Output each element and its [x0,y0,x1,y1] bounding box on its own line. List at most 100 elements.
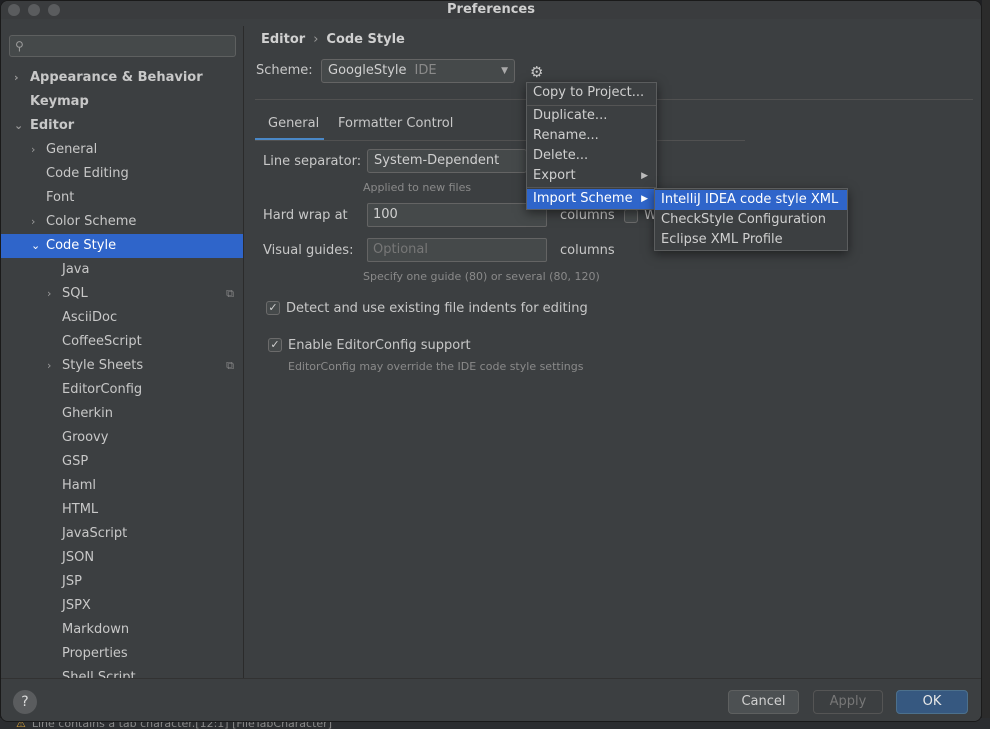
line-separator-value: System-Dependent [374,153,500,168]
tree-item-sql[interactable]: › SQL ⧉ [1,282,243,306]
minimize-window-button[interactable] [28,4,40,16]
apply-button[interactable]: Apply [813,690,883,714]
ok-button[interactable]: OK [896,690,968,714]
tree-item-label: GSP [62,454,89,469]
cancel-button[interactable]: Cancel [728,690,799,714]
tree-item-style-sheets[interactable]: › Style Sheets ⧉ [1,354,243,378]
chevron-right-icon[interactable]: › [47,282,57,306]
menu-item-rename[interactable]: Rename... [527,126,656,146]
scheme-select[interactable]: GoogleStyle IDE ▼ [321,59,515,83]
tree-item-label: JSPX [62,598,91,613]
tree-item-keymap[interactable]: Keymap [1,90,243,114]
title-bar: Preferences [1,1,981,19]
detect-indents-checkbox[interactable]: ✓ [266,301,280,315]
detect-indents-label: Detect and use existing file indents for… [286,301,588,316]
menu-separator [527,187,656,188]
tree-item-label: CoffeeScript [62,334,142,349]
breadcrumb: Editor › Code Style [261,32,405,47]
tree-item-properties[interactable]: Properties [1,642,243,666]
tree-item-asciidoc[interactable]: AsciiDoc [1,306,243,330]
help-button[interactable]: ? [13,690,37,714]
scheme-tag: IDE [414,63,437,78]
menu-item-label: Import Scheme [533,191,633,206]
preferences-window: Preferences ⚲ › Appearance & Behavior Ke… [0,0,982,722]
settings-search-input[interactable]: ⚲ [9,35,236,57]
menu-item-label: Export [533,168,576,183]
tree-item-markdown[interactable]: Markdown [1,618,243,642]
tree-item-editor[interactable]: ⌄ Editor [1,114,243,138]
tree-item-coffeescript[interactable]: CoffeeScript [1,330,243,354]
tree-item-shell-script[interactable]: Shell Script [1,666,243,678]
zoom-window-button[interactable] [48,4,60,16]
background-editor-edge [982,0,990,718]
window-title: Preferences [447,2,535,17]
gear-icon[interactable]: ⚙ [530,63,543,81]
hard-wrap-input[interactable]: 100 [367,203,547,227]
tree-item-gsp[interactable]: GSP [1,450,243,474]
menu-item-duplicate[interactable]: Duplicate... [527,106,656,126]
line-separator-hint: Applied to new files [363,181,472,194]
tree-item-label: Keymap [30,94,89,109]
tree-item-code-style[interactable]: ⌄ Code Style [1,234,243,258]
tree-item-code-editing[interactable]: Code Editing [1,162,243,186]
tree-item-label: Appearance & Behavior [30,70,203,85]
menu-item-checkstyle[interactable]: CheckStyle Configuration [655,210,847,230]
breadcrumb-current: Code Style [326,32,405,47]
search-icon: ⚲ [15,39,24,53]
tree-item-gherkin[interactable]: Gherkin [1,402,243,426]
breadcrumb-parent[interactable]: Editor [261,32,305,47]
tree-item-label: HTML [62,502,99,517]
settings-sidebar: ⚲ › Appearance & Behavior Keymap ⌄ Edito… [1,26,244,678]
tree-item-haml[interactable]: Haml [1,474,243,498]
menu-item-delete[interactable]: Delete... [527,146,656,166]
line-separator-select[interactable]: System-Dependent [367,149,527,173]
editorconfig-hint: EditorConfig may override the IDE code s… [288,360,584,373]
chevron-down-icon[interactable]: ⌄ [31,234,41,258]
menu-item-import-scheme[interactable]: Import Scheme ▶ [527,189,656,209]
tabs-divider [255,140,745,141]
tree-item-label: Properties [62,646,128,661]
project-copy-icon: ⧉ [226,287,234,300]
chevron-right-icon[interactable]: › [31,138,41,162]
close-window-button[interactable] [8,4,20,16]
chevron-right-icon[interactable]: › [47,354,57,378]
menu-item-copy-to-project[interactable]: Copy to Project... [527,83,656,103]
dialog-button-bar: ? Cancel Apply OK [1,678,981,721]
line-separator-label: Line separator: [263,154,362,169]
wrap-on-typing-checkbox[interactable] [624,209,638,223]
tree-item-font[interactable]: Font [1,186,243,210]
tab-formatter-control[interactable]: Formatter Control [338,114,453,134]
menu-item-export[interactable]: Export ▶ [527,166,656,186]
chevron-right-icon[interactable]: › [14,66,24,90]
tree-item-color-scheme[interactable]: › Color Scheme [1,210,243,234]
editorconfig-checkbox[interactable]: ✓ [268,338,282,352]
visual-guides-input[interactable]: Optional [367,238,547,262]
tree-item-label: EditorConfig [62,382,143,397]
menu-item-eclipse-xml[interactable]: Eclipse XML Profile [655,230,847,250]
tree-item-jsp[interactable]: JSP [1,570,243,594]
tree-item-label: Code Editing [46,166,129,181]
tree-item-label: AsciiDoc [62,310,118,325]
tree-item-html[interactable]: HTML [1,498,243,522]
visual-guides-hint: Specify one guide (80) or several (80, 1… [363,270,600,283]
submenu-arrow-icon: ▶ [641,171,648,181]
tree-item-appearance-behavior[interactable]: › Appearance & Behavior [1,66,243,90]
tree-item-groovy[interactable]: Groovy [1,426,243,450]
tree-item-json[interactable]: JSON [1,546,243,570]
tree-item-jspx[interactable]: JSPX [1,594,243,618]
tree-item-java[interactable]: Java [1,258,243,282]
tree-item-javascript[interactable]: JavaScript [1,522,243,546]
scheme-actions-menu: Copy to Project... Duplicate... Rename..… [526,82,657,210]
tree-item-editorconfig[interactable]: EditorConfig [1,378,243,402]
menu-item-intellij-xml[interactable]: IntelliJ IDEA code style XML [655,190,847,210]
editorconfig-label: Enable EditorConfig support [288,338,471,353]
chevron-right-icon[interactable]: › [31,210,41,234]
tree-item-label: Java [62,262,90,277]
tab-general[interactable]: General [268,114,319,134]
chevron-down-icon[interactable]: ⌄ [14,114,24,138]
tree-item-label: SQL [62,286,88,301]
breadcrumb-separator: › [313,32,319,47]
hard-wrap-label: Hard wrap at [263,208,348,223]
tree-item-general[interactable]: › General [1,138,243,162]
visual-guides-unit: columns [560,243,615,258]
